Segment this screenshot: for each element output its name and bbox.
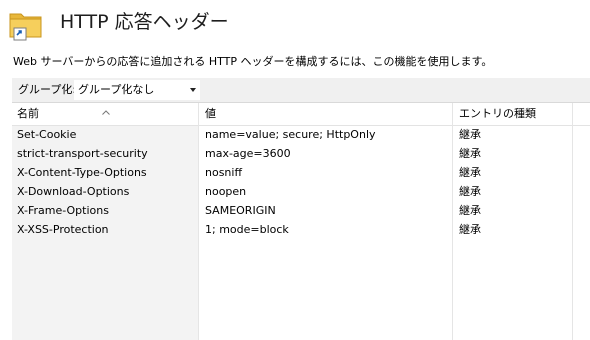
group-by-selected-value: グループ化なし [78, 83, 155, 96]
header-name-cell: strict-transport-security [17, 147, 148, 160]
header-value-cell: max-age=3600 [205, 147, 291, 160]
table-row[interactable]: X-XSS-Protection 1; mode=block 継承 [12, 221, 590, 240]
group-by-label: グループ化: [18, 83, 77, 96]
entry-type-cell: 継承 [459, 185, 481, 198]
group-by-dropdown[interactable]: グループ化なし [74, 80, 200, 100]
header-value-cell: name=value; secure; HttpOnly [205, 128, 376, 141]
http-response-headers-page: HTTP 応答ヘッダー Web サーバーからの応答に追加される HTTP ヘッダ… [0, 0, 590, 340]
entry-type-cell: 継承 [459, 128, 481, 141]
table-row[interactable]: X-Download-Options noopen 継承 [12, 183, 590, 202]
page-description: Web サーバーからの応答に追加される HTTP ヘッダーを構成するには、この機… [13, 55, 493, 68]
header-name-cell: X-Content-Type-Options [17, 166, 147, 179]
column-header-entry-type[interactable]: エントリの種類 [459, 106, 536, 122]
table-row[interactable]: X-Content-Type-Options nosniff 継承 [12, 164, 590, 183]
header-value-cell: nosniff [205, 166, 243, 179]
table-row[interactable]: strict-transport-security max-age=3600 継… [12, 145, 590, 164]
page-title: HTTP 応答ヘッダー [60, 11, 229, 33]
entry-type-cell: 継承 [459, 166, 481, 179]
header-value-cell: noopen [205, 185, 247, 198]
header-value-cell: 1; mode=block [205, 223, 289, 236]
header-name-cell: X-Frame-Options [17, 204, 109, 217]
column-header-value[interactable]: 値 [205, 106, 216, 122]
folder-globe-icon [8, 6, 44, 42]
table-row[interactable]: Set-Cookie name=value; secure; HttpOnly … [12, 126, 590, 145]
chevron-down-icon[interactable] [190, 88, 196, 92]
entry-type-cell: 継承 [459, 204, 481, 217]
entry-type-cell: 継承 [459, 223, 481, 236]
headers-grid: 名前 値 エントリの種類 Set-Cookie name=value; secu… [12, 103, 590, 340]
header-name-cell: Set-Cookie [17, 128, 77, 141]
sort-ascending-icon [102, 100, 110, 115]
header-name-cell: X-XSS-Protection [17, 223, 109, 236]
table-row[interactable]: X-Frame-Options SAMEORIGIN 継承 [12, 202, 590, 221]
column-header-name[interactable]: 名前 [17, 106, 39, 122]
header-name-cell: X-Download-Options [17, 185, 130, 198]
grid-header: 名前 値 エントリの種類 [12, 103, 590, 126]
header-value-cell: SAMEORIGIN [205, 204, 276, 217]
grid-rows: Set-Cookie name=value; secure; HttpOnly … [12, 126, 590, 240]
entry-type-cell: 継承 [459, 147, 481, 160]
group-by-toolbar: グループ化: グループ化なし [12, 78, 590, 103]
